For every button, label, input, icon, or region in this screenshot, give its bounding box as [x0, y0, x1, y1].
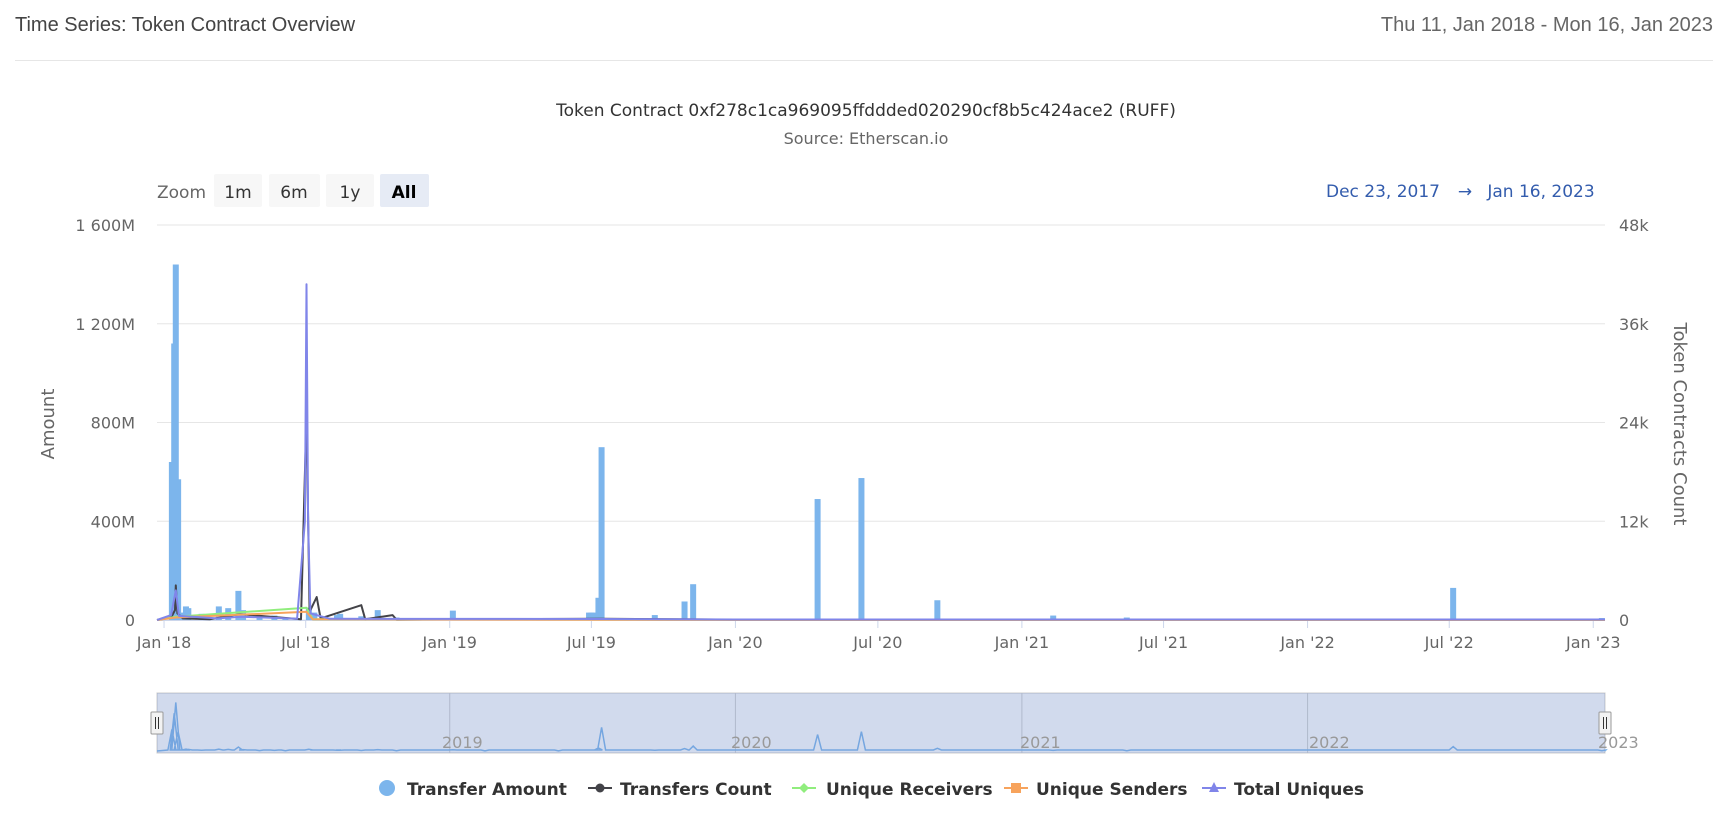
- x-tick-label: Jul '18: [280, 633, 330, 652]
- transfer-amount-bar: [598, 447, 605, 620]
- range-from-date[interactable]: Dec 23, 2017: [1326, 182, 1440, 202]
- y2-axis-title: Token Contracts Count: [1669, 322, 1690, 526]
- y2-tick-label: 48k: [1619, 216, 1649, 235]
- chart-title: Token Contract 0xf278c1ca969095ffddded02…: [555, 101, 1176, 121]
- transfer-amount-bar: [934, 600, 941, 620]
- transfer-amount-bar: [681, 601, 688, 620]
- x-tick-label: Jan '20: [707, 633, 763, 652]
- transfer-amount-bar: [690, 584, 697, 620]
- legend-item-unique-senders[interactable]: Unique Senders: [1004, 780, 1188, 800]
- y-tick-label: 1 200M: [75, 315, 135, 334]
- line-series: [156, 283, 1606, 621]
- y-tick-label: 800M: [91, 414, 135, 433]
- x-axis-ticks: Jan '18 Jul '18 Jan '19 Jul '19 Jan '20 Jul '…: [136, 620, 1621, 652]
- navigator-label-2021: 2021: [1020, 733, 1061, 752]
- legend-item-transfer-amount[interactable]: Transfer Amount: [379, 780, 567, 800]
- legend-label-unique-senders: Unique Senders: [1036, 780, 1188, 800]
- transfer-amount-bar: [1450, 587, 1457, 620]
- zoom-button-1y-label: 1y: [340, 183, 361, 203]
- x-tick-label: Jan '23: [1565, 633, 1621, 652]
- y2-tick-label: 12k: [1619, 512, 1649, 531]
- zoom-label: Zoom: [157, 183, 206, 203]
- range-arrow: →: [1458, 182, 1472, 202]
- zoom-button-1y[interactable]: 1y: [326, 174, 374, 207]
- range-to-date[interactable]: Jan 16, 2023: [1486, 182, 1594, 202]
- y2-axis-ticks: 0 12k 24k 36k 48k: [1619, 216, 1649, 630]
- navigator-selected-range[interactable]: [157, 693, 1605, 753]
- transfer-amount-bar: [858, 478, 865, 620]
- chart: Token Contract 0xf278c1ca969095ffddded02…: [38, 101, 1690, 800]
- y2-tick-label: 24k: [1619, 414, 1649, 433]
- zoom-button-1m-label: 1m: [224, 183, 251, 203]
- zoom-button-all[interactable]: All: [380, 174, 429, 207]
- y-tick-label: 0: [125, 611, 135, 630]
- navigator-label-2022: 2022: [1309, 733, 1350, 752]
- legend-symbol-unique-senders: [1011, 783, 1021, 793]
- navigator[interactable]: 2019 2020 2021 2022 2023: [150, 692, 1639, 754]
- x-tick-label: Jan '21: [994, 633, 1050, 652]
- legend-symbol-transfer-amount: [379, 780, 395, 796]
- legend-item-unique-receivers[interactable]: Unique Receivers: [792, 780, 993, 800]
- legend: Transfer Amount Transfers Count Unique R…: [379, 780, 1364, 800]
- zoom-button-1m[interactable]: 1m: [214, 174, 262, 207]
- y2-tick-label: 0: [1619, 611, 1629, 630]
- legend-label-unique-receivers: Unique Receivers: [826, 780, 993, 800]
- chart-subtitle: Source: Etherscan.io: [784, 129, 949, 148]
- legend-label-total-uniques: Total Uniques: [1234, 780, 1364, 800]
- x-tick-label: Jul '19: [566, 633, 616, 652]
- y-axis-ticks: 0 400M 800M 1 200M 1 600M: [75, 216, 135, 630]
- y2-tick-label: 36k: [1619, 315, 1649, 334]
- legend-label-transfers-count: Transfers Count: [620, 780, 772, 800]
- range-selector: Zoom 1m 6m 1y All Dec 23, 2017 → Jan 16,…: [157, 174, 1595, 207]
- legend-symbol-transfers-count: [595, 783, 605, 793]
- zoom-button-6m[interactable]: 6m: [269, 174, 320, 207]
- legend-item-transfers-count[interactable]: Transfers Count: [588, 780, 772, 800]
- y-axis-title: Amount: [38, 389, 59, 460]
- y-tick-label: 400M: [91, 512, 135, 531]
- zoom-button-all-label: All: [392, 183, 417, 203]
- legend-symbol-unique-receivers: [799, 783, 809, 793]
- legend-item-total-uniques[interactable]: Total Uniques: [1202, 780, 1364, 800]
- x-tick-label: Jan '22: [1279, 633, 1335, 652]
- navigator-label-2020: 2020: [731, 733, 772, 752]
- navigator-label-2019: 2019: [442, 733, 483, 752]
- grid-lines: [157, 224, 1605, 621]
- x-tick-label: Jul '21: [1138, 633, 1188, 652]
- transfer-amount-bar: [814, 499, 821, 620]
- transfer-amount-columns: [168, 264, 1605, 620]
- total-uniques-line: [156, 283, 1605, 621]
- y-tick-label: 1 600M: [75, 216, 135, 235]
- x-tick-label: Jul '22: [1424, 633, 1474, 652]
- navigator-left-handle[interactable]: [150, 711, 164, 735]
- legend-label-transfer-amount: Transfer Amount: [407, 780, 567, 800]
- x-tick-label: Jan '19: [421, 633, 477, 652]
- navigator-right-handle[interactable]: [1598, 711, 1612, 735]
- zoom-button-6m-label: 6m: [280, 183, 307, 203]
- transfers-count-line: [156, 413, 1606, 621]
- navigator-label-2023: 2023: [1598, 733, 1639, 752]
- x-tick-label: Jan '18: [136, 633, 192, 652]
- x-tick-label: Jul '20: [852, 633, 902, 652]
